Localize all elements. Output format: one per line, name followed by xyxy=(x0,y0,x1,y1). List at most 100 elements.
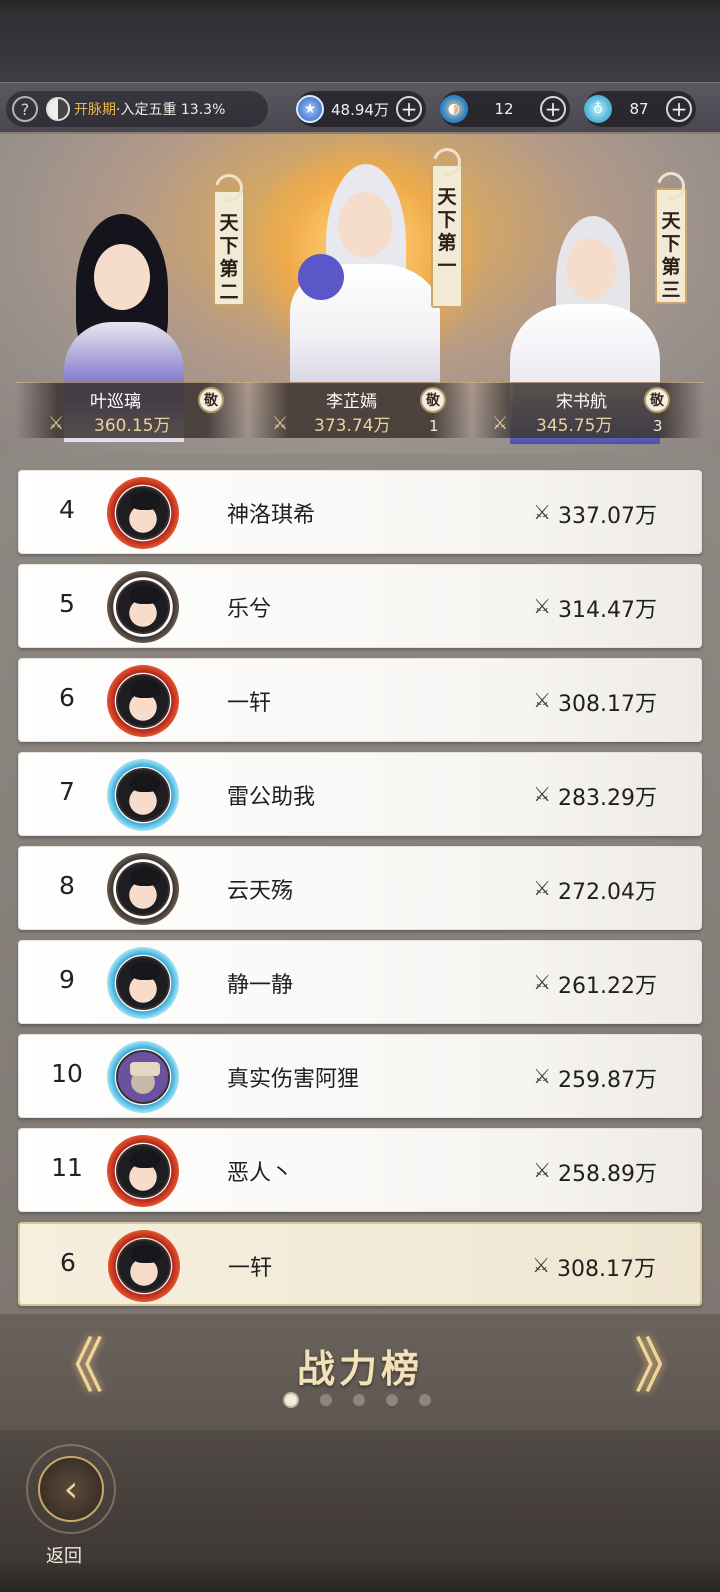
add-gourd-button[interactable]: + xyxy=(666,96,692,122)
star-coin-icon: ★ xyxy=(296,95,324,123)
player-name: 云天殇 xyxy=(227,879,294,904)
banner-rank2: 天下第二 xyxy=(209,168,249,306)
table-row[interactable]: 7 雷公助我 ⚔ 283.29万 xyxy=(18,752,702,836)
plate-rank3: 宋书航 ⚔ 345.75万 敬 3 xyxy=(472,382,704,438)
table-row[interactable]: 4 神洛琪希 ⚔ 337.07万 xyxy=(18,470,702,554)
swords-icon: ⚔ xyxy=(533,1158,551,1182)
player-power: 259.87万 xyxy=(558,1068,657,1093)
avatar[interactable] xyxy=(107,1041,179,1113)
player-power: 314.47万 xyxy=(558,598,657,623)
player-name: 一轩 xyxy=(228,1256,273,1281)
avatar[interactable] xyxy=(107,947,179,1019)
currency-silver: ★ 48.94万 + xyxy=(296,91,426,127)
realm-text: 开脉期·入定五重 13.3% xyxy=(74,99,225,119)
swords-icon: ⚔ xyxy=(492,413,509,434)
table-row[interactable]: 11 恶人丶 ⚔ 258.89万 xyxy=(18,1128,702,1212)
page-dot[interactable] xyxy=(320,1394,332,1406)
respect-button[interactable]: 敬 xyxy=(198,387,224,413)
avatar[interactable] xyxy=(108,1230,180,1302)
page-dot[interactable] xyxy=(353,1394,365,1406)
avatar[interactable] xyxy=(107,665,179,737)
player-name: 静一静 xyxy=(227,973,294,998)
rank-number: 4 xyxy=(59,495,75,524)
page-dot[interactable] xyxy=(386,1394,398,1406)
avatar[interactable] xyxy=(107,853,179,925)
swords-icon: ⚔ xyxy=(533,876,551,900)
fish-token-icon: ◐ xyxy=(440,95,468,123)
swords-icon: ⚔ xyxy=(272,413,289,434)
banner-rank1: 天下第一 xyxy=(427,142,467,308)
table-row[interactable]: 5 乐兮 ⚔ 314.47万 xyxy=(18,564,702,648)
bottom-bar: ‹ 返回 xyxy=(0,1430,720,1592)
swords-icon: ⚔ xyxy=(533,782,551,806)
currency-fish-value: 12 xyxy=(494,100,514,118)
respect-button[interactable]: 敬 xyxy=(644,387,670,413)
banner-rank2-text: 天下第二 xyxy=(219,212,239,303)
help-icon[interactable]: ? xyxy=(12,96,38,122)
rank-number: 7 xyxy=(59,777,75,806)
player-power: 272.04万 xyxy=(558,880,657,905)
currency-silver-value: 48.94万 xyxy=(331,100,389,119)
next-board-button[interactable]: 》 xyxy=(634,1332,694,1402)
page-indicator xyxy=(283,1392,452,1408)
avatar[interactable] xyxy=(107,477,179,549)
player-power: 337.07万 xyxy=(558,504,657,529)
player-power: 345.75万 xyxy=(536,416,613,436)
realm-panel[interactable]: ? 开脉期·入定五重 13.3% xyxy=(6,91,268,127)
add-silver-button[interactable]: + xyxy=(396,96,422,122)
plate-rank1: 李芷嫣 ⚔ 373.74万 敬 1 xyxy=(248,382,472,438)
player-power: 308.17万 xyxy=(558,692,657,717)
back-arrow-icon: ‹ xyxy=(38,1456,104,1522)
back-button[interactable]: ‹ xyxy=(26,1444,116,1534)
add-fish-button[interactable]: + xyxy=(540,96,566,122)
table-row[interactable]: 9 静一静 ⚔ 261.22万 xyxy=(18,940,702,1024)
board-title: 战力榜 xyxy=(296,1346,423,1391)
player-power: 261.22万 xyxy=(558,974,657,999)
swords-icon: ⚔ xyxy=(533,594,551,618)
status-strip xyxy=(0,0,720,82)
banner-rank3: 天下第三 xyxy=(651,166,691,304)
realm-detail: ·入定五重 13.3% xyxy=(116,102,226,118)
player-name: 一轩 xyxy=(227,691,272,716)
swords-icon: ⚔ xyxy=(532,1253,550,1277)
swords-icon: ⚔ xyxy=(533,500,551,524)
rank-number: 8 xyxy=(59,871,75,900)
gourd-icon: ♁ xyxy=(584,95,612,123)
avatar[interactable] xyxy=(107,1135,179,1207)
player-name: 恶人丶 xyxy=(227,1161,294,1186)
page-dot-active[interactable] xyxy=(283,1392,299,1408)
realm-stage: 开脉期 xyxy=(74,102,116,118)
page-dot[interactable] xyxy=(419,1394,431,1406)
rank-number: 5 xyxy=(59,589,75,618)
avatar[interactable] xyxy=(107,571,179,643)
player-name: 神洛琪希 xyxy=(227,503,316,528)
my-rank-row[interactable]: 6 一轩 ⚔ 308.17万 xyxy=(18,1222,702,1306)
table-row[interactable]: 8 云天殇 ⚔ 272.04万 xyxy=(18,846,702,930)
table-row[interactable]: 10 真实伤害阿狸 ⚔ 259.87万 xyxy=(18,1034,702,1118)
player-name: 雷公助我 xyxy=(227,785,316,810)
ranking-list[interactable]: 4 神洛琪希 ⚔ 337.07万 5 乐兮 ⚔ 314.47万 6 一轩 ⚔ 3… xyxy=(0,454,720,1314)
plate-rank2: 叶巡璃 ⚔ 360.15万 敬 xyxy=(16,382,248,438)
table-row[interactable]: 6 一轩 ⚔ 308.17万 xyxy=(18,658,702,742)
respect-count: 3 xyxy=(653,417,663,435)
player-name: 宋书航 xyxy=(556,392,607,412)
player-name: 真实伤害阿狸 xyxy=(227,1067,360,1092)
rank-number: 9 xyxy=(59,965,75,994)
respect-button[interactable]: 敬 xyxy=(420,387,446,413)
avatar[interactable] xyxy=(107,759,179,831)
respect-count: 1 xyxy=(429,417,439,435)
currency-gourd: ♁ 87 + xyxy=(584,91,696,127)
rank-number: 6 xyxy=(59,683,75,712)
rank-number: 6 xyxy=(60,1248,76,1277)
rank-number: 10 xyxy=(51,1059,83,1088)
player-power: 308.17万 xyxy=(557,1257,656,1282)
swords-icon: ⚔ xyxy=(533,1064,551,1088)
player-power: 373.74万 xyxy=(314,416,391,436)
player-name: 叶巡璃 xyxy=(90,392,141,412)
back-label[interactable]: 返回 xyxy=(46,1542,82,1568)
player-power: 360.15万 xyxy=(94,416,171,436)
moon-icon xyxy=(651,166,691,206)
player-power: 283.29万 xyxy=(558,786,657,811)
player-power: 258.89万 xyxy=(558,1162,657,1187)
swords-icon: ⚔ xyxy=(533,970,551,994)
